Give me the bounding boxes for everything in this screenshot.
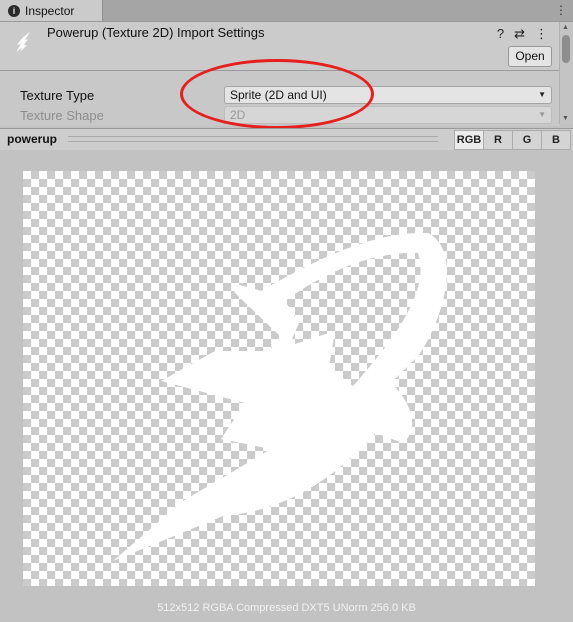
inspector-header: Powerup (Texture 2D) Import Settings ? ⇄… <box>0 22 560 71</box>
texture-info-text: 512x512 RGBA Compressed DXT5 UNorm 256.0… <box>157 602 416 614</box>
header-title: Powerup (Texture 2D) Import Settings <box>47 25 265 40</box>
kebab-menu-icon[interactable]: ⋮ <box>555 3 567 17</box>
help-icon[interactable]: ? <box>497 26 504 42</box>
texture-type-label: Texture Type <box>20 88 95 103</box>
tab-menu: ⋮ <box>555 3 567 17</box>
info-icon: i <box>8 4 20 17</box>
channel-g-button[interactable]: G <box>512 130 542 150</box>
asset-thumbnail-icon <box>16 32 30 52</box>
inspector-scrollbar[interactable]: ▲ ▼ <box>559 22 573 124</box>
preview-title: powerup <box>7 132 57 146</box>
scroll-thumb[interactable] <box>562 35 570 63</box>
tab-bar: i Inspector ⋮ <box>0 0 573 22</box>
kebab-menu-icon[interactable]: ⋮ <box>535 26 548 42</box>
powerup-sprite-image <box>113 232 447 561</box>
texture-type-row: Texture Type Sprite (2D and UI) ▼ <box>20 86 556 104</box>
texture-shape-label: Texture Shape <box>20 108 104 123</box>
texture-shape-value: 2D <box>230 108 246 122</box>
preview-header: powerup RGB R G B <box>0 128 573 151</box>
texture-type-dropdown[interactable]: Sprite (2D and UI) ▼ <box>224 86 552 104</box>
dropdown-arrow-icon: ▼ <box>538 90 546 99</box>
header-icons: ? ⇄ ⋮ <box>497 26 548 42</box>
scroll-up-arrow-icon[interactable]: ▲ <box>562 24 569 31</box>
tab-label: Inspector <box>25 3 75 18</box>
texture-shape-row: Texture Shape 2D ▼ <box>20 106 556 124</box>
tab-inspector[interactable]: i Inspector <box>0 0 103 21</box>
open-button[interactable]: Open <box>508 46 552 67</box>
texture-preview: 512x512 RGBA Compressed DXT5 UNorm 256.0… <box>0 150 573 622</box>
preset-icon[interactable]: ⇄ <box>514 26 525 42</box>
preview-drag-handle[interactable] <box>68 136 438 142</box>
texture-shape-dropdown: 2D ▼ <box>224 106 552 124</box>
channel-toggles: RGB R G B <box>454 130 571 150</box>
import-settings: Texture Type Sprite (2D and UI) ▼ Textur… <box>0 71 559 126</box>
dropdown-arrow-icon: ▼ <box>538 110 546 119</box>
channel-r-button[interactable]: R <box>483 130 513 150</box>
transparency-checkerboard <box>23 171 535 586</box>
texture-type-value: Sprite (2D and UI) <box>230 88 327 102</box>
scroll-down-arrow-icon[interactable]: ▼ <box>562 115 569 122</box>
channel-b-button[interactable]: B <box>541 130 571 150</box>
channel-rgb-button[interactable]: RGB <box>454 130 484 150</box>
